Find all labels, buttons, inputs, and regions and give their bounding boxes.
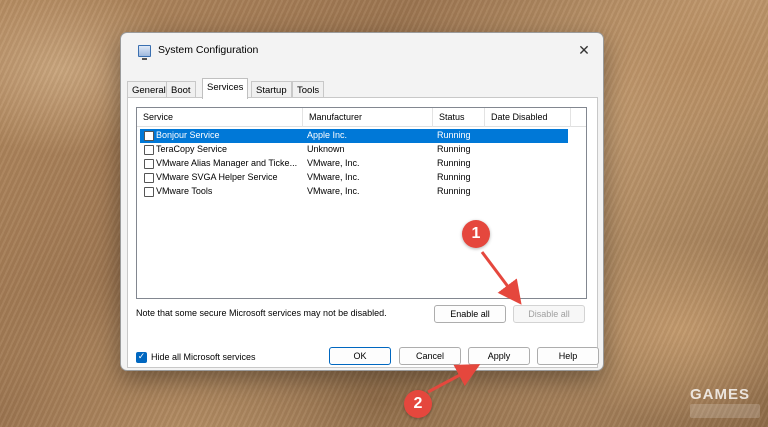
- annotation-arrows: [427, 251, 522, 394]
- arrow-to-apply: [427, 364, 481, 394]
- annotation-marker-2: 2: [404, 390, 432, 418]
- site-watermark: GAMES: [690, 386, 751, 403]
- annotation-marker-1: 1: [462, 220, 490, 248]
- watermark-strip: [690, 404, 760, 418]
- tab-services[interactable]: Services: [202, 78, 249, 99]
- arrow-to-disable-all: [480, 251, 522, 305]
